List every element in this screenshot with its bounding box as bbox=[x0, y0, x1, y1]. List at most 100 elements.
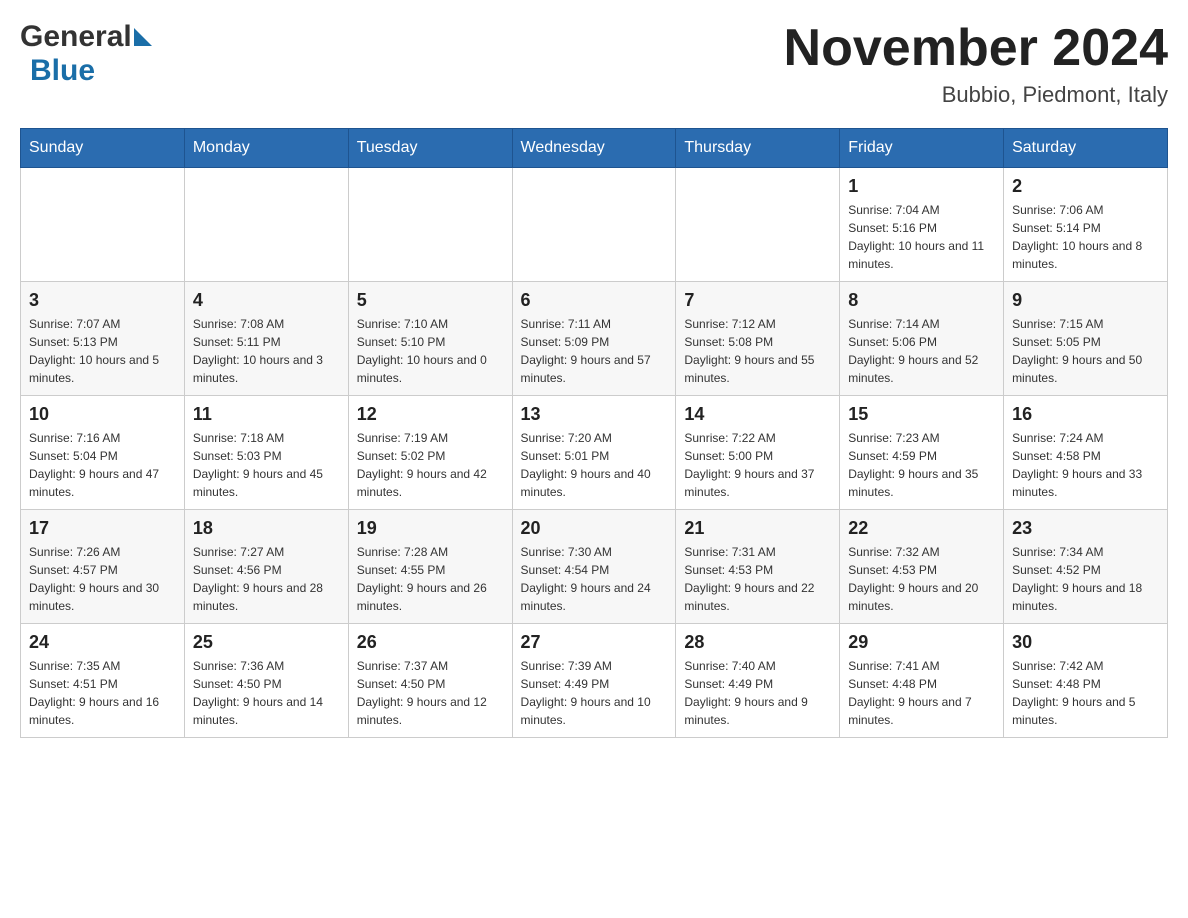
day-number: 10 bbox=[29, 404, 176, 425]
day-number: 15 bbox=[848, 404, 995, 425]
day-number: 21 bbox=[684, 518, 831, 539]
calendar-day-header: Wednesday bbox=[512, 129, 676, 168]
day-info: Sunrise: 7:22 AMSunset: 5:00 PMDaylight:… bbox=[684, 429, 831, 501]
day-number: 28 bbox=[684, 632, 831, 653]
calendar-cell: 5 Sunrise: 7:10 AMSunset: 5:10 PMDaylight… bbox=[348, 282, 512, 396]
calendar-cell: 22 Sunrise: 7:32 AMSunset: 4:53 PMDayligh… bbox=[840, 510, 1004, 624]
day-number: 2 bbox=[1012, 176, 1159, 197]
day-number: 9 bbox=[1012, 290, 1159, 311]
day-info: Sunrise: 7:26 AMSunset: 4:57 PMDaylight:… bbox=[29, 543, 176, 615]
day-info: Sunrise: 7:30 AMSunset: 4:54 PMDaylight:… bbox=[521, 543, 668, 615]
calendar-cell: 23 Sunrise: 7:34 AMSunset: 4:52 PMDayligh… bbox=[1004, 510, 1168, 624]
calendar-cell: 27 Sunrise: 7:39 AMSunset: 4:49 PMDayligh… bbox=[512, 624, 676, 738]
calendar-day-header: Saturday bbox=[1004, 129, 1168, 168]
day-info: Sunrise: 7:12 AMSunset: 5:08 PMDaylight:… bbox=[684, 315, 831, 387]
day-number: 29 bbox=[848, 632, 995, 653]
day-number: 25 bbox=[193, 632, 340, 653]
calendar-cell bbox=[512, 168, 676, 282]
calendar-cell bbox=[21, 168, 185, 282]
day-info: Sunrise: 7:42 AMSunset: 4:48 PMDaylight:… bbox=[1012, 657, 1159, 729]
calendar-cell: 3 Sunrise: 7:07 AMSunset: 5:13 PMDaylight… bbox=[21, 282, 185, 396]
calendar-cell: 24Sunrise: 7:35 AMSunset: 4:51 PMDayligh… bbox=[21, 624, 185, 738]
calendar-cell: 21 Sunrise: 7:31 AMSunset: 4:53 PMDayligh… bbox=[676, 510, 840, 624]
day-info: Sunrise: 7:08 AMSunset: 5:11 PMDaylight:… bbox=[193, 315, 340, 387]
day-info: Sunrise: 7:37 AMSunset: 4:50 PMDaylight:… bbox=[357, 657, 504, 729]
day-info: Sunrise: 7:07 AMSunset: 5:13 PMDaylight:… bbox=[29, 315, 176, 387]
calendar-week-row: 10Sunrise: 7:16 AMSunset: 5:04 PMDayligh… bbox=[21, 396, 1168, 510]
day-number: 23 bbox=[1012, 518, 1159, 539]
page-header: General Blue November 2024 Bubbio, Piedm… bbox=[20, 20, 1168, 108]
day-number: 18 bbox=[193, 518, 340, 539]
calendar-cell: 19Sunrise: 7:28 AMSunset: 4:55 PMDayligh… bbox=[348, 510, 512, 624]
day-number: 27 bbox=[521, 632, 668, 653]
calendar-cell: 1 Sunrise: 7:04 AMSunset: 5:16 PMDaylight… bbox=[840, 168, 1004, 282]
day-info: Sunrise: 7:11 AMSunset: 5:09 PMDaylight:… bbox=[521, 315, 668, 387]
calendar-cell bbox=[184, 168, 348, 282]
day-number: 20 bbox=[521, 518, 668, 539]
calendar-cell: 10Sunrise: 7:16 AMSunset: 5:04 PMDayligh… bbox=[21, 396, 185, 510]
day-info: Sunrise: 7:14 AMSunset: 5:06 PMDaylight:… bbox=[848, 315, 995, 387]
day-info: Sunrise: 7:34 AMSunset: 4:52 PMDaylight:… bbox=[1012, 543, 1159, 615]
calendar-cell: 2 Sunrise: 7:06 AMSunset: 5:14 PMDaylight… bbox=[1004, 168, 1168, 282]
day-info: Sunrise: 7:10 AMSunset: 5:10 PMDaylight:… bbox=[357, 315, 504, 387]
calendar-cell bbox=[348, 168, 512, 282]
calendar-day-header: Monday bbox=[184, 129, 348, 168]
day-number: 30 bbox=[1012, 632, 1159, 653]
day-info: Sunrise: 7:19 AMSunset: 5:02 PMDaylight:… bbox=[357, 429, 504, 501]
calendar-day-header: Sunday bbox=[21, 129, 185, 168]
day-number: 5 bbox=[357, 290, 504, 311]
day-number: 6 bbox=[521, 290, 668, 311]
calendar-cell: 4Sunrise: 7:08 AMSunset: 5:11 PMDaylight… bbox=[184, 282, 348, 396]
day-number: 14 bbox=[684, 404, 831, 425]
calendar-cell: 18Sunrise: 7:27 AMSunset: 4:56 PMDayligh… bbox=[184, 510, 348, 624]
calendar-cell: 26Sunrise: 7:37 AMSunset: 4:50 PMDayligh… bbox=[348, 624, 512, 738]
calendar-cell: 7Sunrise: 7:12 AMSunset: 5:08 PMDaylight… bbox=[676, 282, 840, 396]
day-info: Sunrise: 7:36 AMSunset: 4:50 PMDaylight:… bbox=[193, 657, 340, 729]
day-info: Sunrise: 7:28 AMSunset: 4:55 PMDaylight:… bbox=[357, 543, 504, 615]
day-info: Sunrise: 7:40 AMSunset: 4:49 PMDaylight:… bbox=[684, 657, 831, 729]
title-block: November 2024 Bubbio, Piedmont, Italy bbox=[784, 20, 1168, 108]
day-number: 12 bbox=[357, 404, 504, 425]
calendar-cell: 30 Sunrise: 7:42 AMSunset: 4:48 PMDayligh… bbox=[1004, 624, 1168, 738]
calendar-cell: 20 Sunrise: 7:30 AMSunset: 4:54 PMDayligh… bbox=[512, 510, 676, 624]
day-info: Sunrise: 7:39 AMSunset: 4:49 PMDaylight:… bbox=[521, 657, 668, 729]
calendar-cell: 28 Sunrise: 7:40 AMSunset: 4:49 PMDayligh… bbox=[676, 624, 840, 738]
calendar-cell bbox=[676, 168, 840, 282]
day-info: Sunrise: 7:32 AMSunset: 4:53 PMDaylight:… bbox=[848, 543, 995, 615]
day-number: 17 bbox=[29, 518, 176, 539]
day-number: 8 bbox=[848, 290, 995, 311]
day-number: 22 bbox=[848, 518, 995, 539]
calendar-cell: 15 Sunrise: 7:23 AMSunset: 4:59 PMDayligh… bbox=[840, 396, 1004, 510]
day-info: Sunrise: 7:06 AMSunset: 5:14 PMDaylight:… bbox=[1012, 201, 1159, 273]
day-info: Sunrise: 7:23 AMSunset: 4:59 PMDaylight:… bbox=[848, 429, 995, 501]
day-info: Sunrise: 7:18 AMSunset: 5:03 PMDaylight:… bbox=[193, 429, 340, 501]
logo-arrow-icon bbox=[134, 28, 152, 46]
logo-general-text: General bbox=[20, 20, 132, 54]
calendar-week-row: 24Sunrise: 7:35 AMSunset: 4:51 PMDayligh… bbox=[21, 624, 1168, 738]
calendar-day-header: Tuesday bbox=[348, 129, 512, 168]
calendar-day-header: Thursday bbox=[676, 129, 840, 168]
day-number: 24 bbox=[29, 632, 176, 653]
calendar-cell: 11Sunrise: 7:18 AMSunset: 5:03 PMDayligh… bbox=[184, 396, 348, 510]
month-year-title: November 2024 bbox=[784, 20, 1168, 77]
calendar-cell: 9Sunrise: 7:15 AMSunset: 5:05 PMDaylight… bbox=[1004, 282, 1168, 396]
calendar-week-row: 3 Sunrise: 7:07 AMSunset: 5:13 PMDaylight… bbox=[21, 282, 1168, 396]
calendar-cell: 6 Sunrise: 7:11 AMSunset: 5:09 PMDaylight… bbox=[512, 282, 676, 396]
calendar-cell: 29 Sunrise: 7:41 AMSunset: 4:48 PMDayligh… bbox=[840, 624, 1004, 738]
day-info: Sunrise: 7:41 AMSunset: 4:48 PMDaylight:… bbox=[848, 657, 995, 729]
logo-blue-text: Blue bbox=[30, 54, 95, 88]
day-info: Sunrise: 7:31 AMSunset: 4:53 PMDaylight:… bbox=[684, 543, 831, 615]
calendar-cell: 14 Sunrise: 7:22 AMSunset: 5:00 PMDayligh… bbox=[676, 396, 840, 510]
calendar-day-header: Friday bbox=[840, 129, 1004, 168]
calendar-header-row: SundayMondayTuesdayWednesdayThursdayFrid… bbox=[21, 129, 1168, 168]
day-number: 3 bbox=[29, 290, 176, 311]
calendar-week-row: 1 Sunrise: 7:04 AMSunset: 5:16 PMDaylight… bbox=[21, 168, 1168, 282]
day-info: Sunrise: 7:04 AMSunset: 5:16 PMDaylight:… bbox=[848, 201, 995, 273]
calendar-cell: 25 Sunrise: 7:36 AMSunset: 4:50 PMDayligh… bbox=[184, 624, 348, 738]
day-number: 13 bbox=[521, 404, 668, 425]
calendar-cell: 8 Sunrise: 7:14 AMSunset: 5:06 PMDaylight… bbox=[840, 282, 1004, 396]
calendar-cell: 12 Sunrise: 7:19 AMSunset: 5:02 PMDayligh… bbox=[348, 396, 512, 510]
day-number: 1 bbox=[848, 176, 995, 197]
day-info: Sunrise: 7:20 AMSunset: 5:01 PMDaylight:… bbox=[521, 429, 668, 501]
calendar-table: SundayMondayTuesdayWednesdayThursdayFrid… bbox=[20, 128, 1168, 738]
